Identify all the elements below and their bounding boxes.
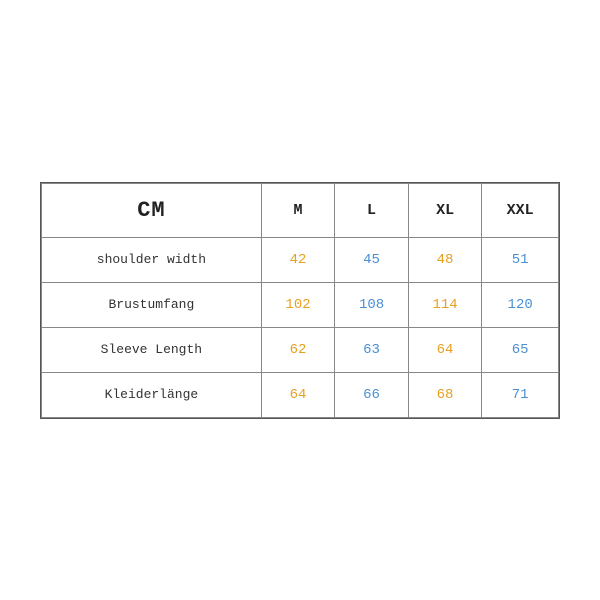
cell-xxl: 71 bbox=[482, 372, 559, 417]
cell-xxl: 51 bbox=[482, 237, 559, 282]
cell-m: 42 bbox=[261, 237, 335, 282]
cell-l: 63 bbox=[335, 327, 409, 372]
row-label: Brustumfang bbox=[42, 282, 262, 327]
cell-m: 62 bbox=[261, 327, 335, 372]
cell-l: 45 bbox=[335, 237, 409, 282]
size-table: CM M L XL XXL shoulder width42454851Brus… bbox=[41, 183, 559, 418]
cell-xl: 68 bbox=[408, 372, 482, 417]
row-label: shoulder width bbox=[42, 237, 262, 282]
cell-m: 64 bbox=[261, 372, 335, 417]
cell-xxl: 65 bbox=[482, 327, 559, 372]
cell-xl: 64 bbox=[408, 327, 482, 372]
cell-xl: 114 bbox=[408, 282, 482, 327]
cell-xxl: 120 bbox=[482, 282, 559, 327]
cell-xl: 48 bbox=[408, 237, 482, 282]
m-header: M bbox=[261, 183, 335, 237]
table-row: Kleiderlänge64666871 bbox=[42, 372, 559, 417]
xl-header: XL bbox=[408, 183, 482, 237]
size-table-container: CM M L XL XXL shoulder width42454851Brus… bbox=[40, 182, 560, 419]
l-header: L bbox=[335, 183, 409, 237]
row-label: Sleeve Length bbox=[42, 327, 262, 372]
table-row: shoulder width42454851 bbox=[42, 237, 559, 282]
header-row: CM M L XL XXL bbox=[42, 183, 559, 237]
cell-m: 102 bbox=[261, 282, 335, 327]
xxl-header: XXL bbox=[482, 183, 559, 237]
row-label: Kleiderlänge bbox=[42, 372, 262, 417]
table-row: Brustumfang102108114120 bbox=[42, 282, 559, 327]
cell-l: 66 bbox=[335, 372, 409, 417]
cell-l: 108 bbox=[335, 282, 409, 327]
cm-header: CM bbox=[42, 183, 262, 237]
table-row: Sleeve Length62636465 bbox=[42, 327, 559, 372]
